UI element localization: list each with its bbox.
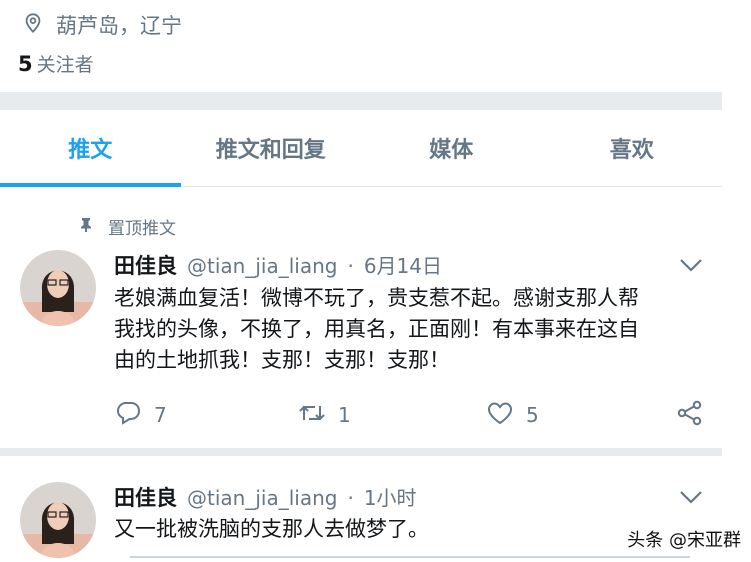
chevron-down-icon[interactable]	[678, 488, 704, 510]
retweet-count: 1	[338, 403, 351, 427]
like-count: 5	[526, 403, 539, 427]
tweet-text-line: 我找的头像，不换了，用真名，正面刚！有本事来在这自	[114, 317, 639, 341]
tweet-header: 田佳良 @tian_jia_liang · 6月14日	[114, 250, 442, 280]
chevron-down-icon[interactable]	[678, 256, 704, 278]
avatar[interactable]	[20, 482, 96, 558]
tweet-text: 老娘满血复活！微博不玩了，贵支惹不起。感谢支那人帮 我找的头像，不换了，用真名，…	[114, 283, 714, 376]
reply-button[interactable]: 7	[114, 400, 167, 430]
section-separator	[0, 92, 722, 110]
tweet-text-line: 又一批被洗脑的支那人去做梦了。	[114, 517, 429, 541]
retweet-icon	[298, 400, 326, 430]
reply-icon	[114, 400, 142, 430]
tab-tweets-label: 推文	[68, 138, 113, 163]
retweet-button[interactable]: 1	[298, 400, 351, 430]
separator-dot: ·	[347, 254, 354, 278]
followers-label: 关注者	[36, 54, 94, 76]
share-button[interactable]	[676, 400, 704, 430]
tweet-divider	[0, 448, 722, 456]
location-text: 葫芦岛，辽宁	[56, 14, 182, 38]
tab-media-label: 媒体	[429, 138, 474, 163]
author-handle[interactable]: @tian_jia_liang	[187, 254, 337, 278]
followers-link[interactable]: 5 关注者	[18, 50, 94, 77]
profile-location: 葫芦岛，辽宁	[22, 8, 182, 42]
active-tab-indicator	[0, 183, 181, 187]
profile-tabs: 推文 推文和回复 媒体 喜欢	[0, 110, 722, 187]
author-name[interactable]: 田佳良	[114, 482, 177, 512]
pin-icon	[78, 217, 94, 237]
tweet-timestamp[interactable]: 1小时	[364, 482, 417, 511]
tweet-text-line: 由的土地抓我！支那！支那！支那！	[114, 348, 450, 372]
separator-dot: ·	[347, 486, 354, 510]
tab-media[interactable]: 媒体	[361, 110, 542, 186]
tweet-header: 田佳良 @tian_jia_liang · 1小时	[114, 482, 417, 512]
author-handle[interactable]: @tian_jia_liang	[187, 486, 337, 510]
share-icon	[676, 400, 704, 430]
tab-likes-label: 喜欢	[609, 138, 654, 163]
reply-count: 7	[154, 403, 167, 427]
heart-icon	[486, 400, 514, 430]
followers-count: 5	[18, 52, 33, 76]
pinned-tweet-indicator: 置顶推文	[78, 214, 176, 239]
tab-tweets[interactable]: 推文	[0, 110, 181, 187]
tab-tweets-and-replies[interactable]: 推文和回复	[181, 110, 362, 186]
tab-tweets-and-replies-label: 推文和回复	[215, 138, 326, 163]
tweet-timestamp[interactable]: 6月14日	[364, 250, 442, 279]
author-name[interactable]: 田佳良	[114, 250, 177, 280]
tweet-text-line: 老娘满血复活！微博不玩了，贵支惹不起。感谢支那人帮	[114, 286, 639, 310]
avatar[interactable]	[20, 250, 96, 326]
tab-likes[interactable]: 喜欢	[542, 110, 723, 186]
like-button[interactable]: 5	[486, 400, 539, 430]
tweet-text: 又一批被洗脑的支那人去做梦了。	[114, 514, 714, 545]
location-pin-icon	[22, 12, 44, 38]
pinned-label: 置顶推文	[108, 219, 176, 239]
media-preview-edge	[130, 556, 690, 558]
watermark: 头条 @宋亚群	[627, 530, 741, 551]
